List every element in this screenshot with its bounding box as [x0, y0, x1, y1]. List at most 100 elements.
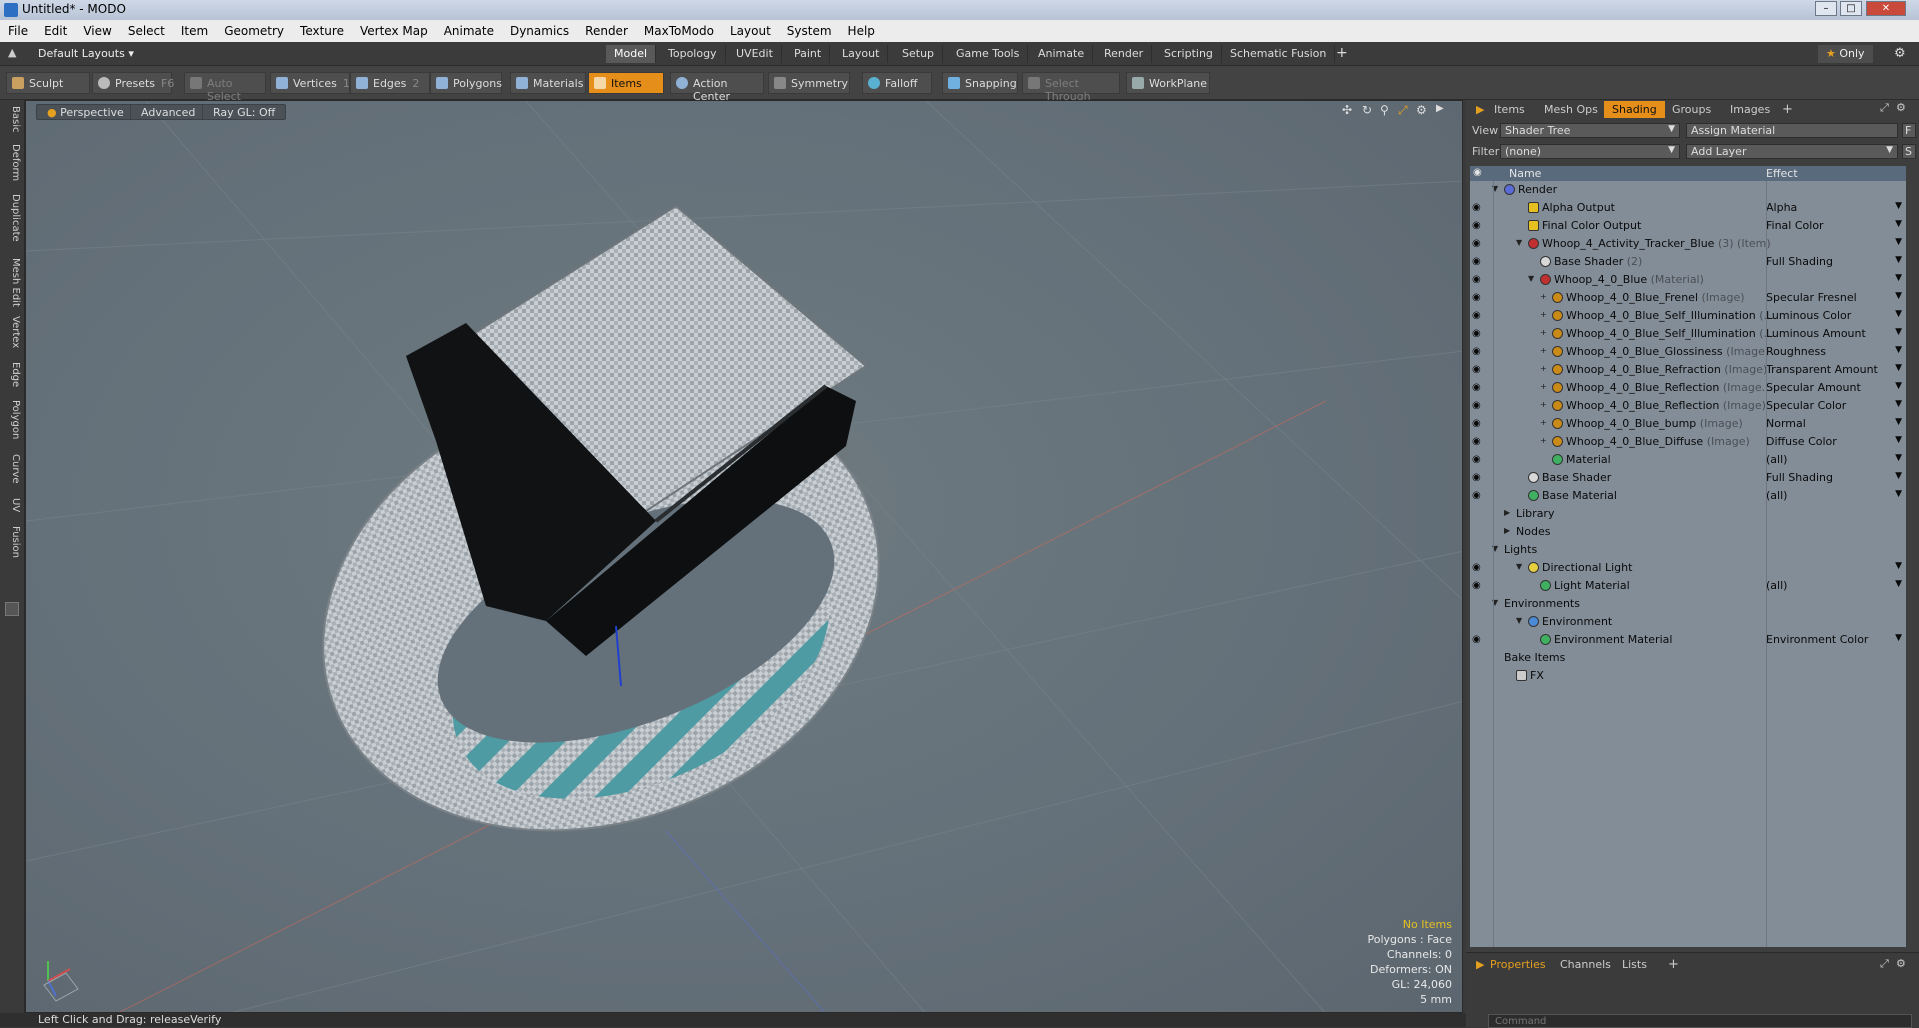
tab-layout[interactable]: Layout: [834, 45, 889, 63]
visibility-eye-icon[interactable]: ◉: [1472, 346, 1484, 357]
menu-help[interactable]: Help: [840, 20, 883, 42]
raygl-dropdown[interactable]: Ray GL: Off: [202, 104, 287, 120]
effect-dropdown-icon[interactable]: ▼: [1895, 561, 1902, 571]
menu-select[interactable]: Select: [120, 20, 173, 42]
only-toggle[interactable]: ★ Only: [1818, 45, 1873, 63]
tree-row[interactable]: ◉ + Whoop_4_0_Blue_Refraction (Image) Trans…: [1470, 361, 1906, 379]
visibility-eye-icon[interactable]: ◉: [1472, 256, 1484, 267]
tree-row[interactable]: ▶ Library: [1470, 505, 1906, 523]
tree-row[interactable]: ▼ Environment: [1470, 613, 1906, 631]
tree-row[interactable]: ◉ ▼ Directional Light ▼: [1470, 559, 1906, 577]
tab-model[interactable]: Model: [606, 45, 657, 63]
tree-row[interactable]: ▶ Nodes: [1470, 523, 1906, 541]
bpanel-expand-icon[interactable]: ⤢: [1880, 957, 1889, 971]
effect-dropdown-icon[interactable]: ▼: [1895, 399, 1902, 409]
effect-value[interactable]: Normal: [1766, 417, 1906, 430]
effect-value[interactable]: Luminous Amount: [1766, 327, 1906, 340]
tree-row[interactable]: ◉ Base Shader (2) Full Shading ▼: [1470, 253, 1906, 271]
workplane-button[interactable]: WorkPlane: [1126, 72, 1210, 94]
effect-value[interactable]: Specular Color: [1766, 399, 1906, 412]
s-button[interactable]: S: [1902, 144, 1916, 159]
edges-button[interactable]: Edges 2: [350, 72, 430, 94]
materials-button[interactable]: Materials: [510, 72, 586, 94]
tab-schematic-fusion[interactable]: Schematic Fusion: [1222, 45, 1336, 63]
sculpt-button[interactable]: Sculpt: [6, 72, 90, 94]
view-dropdown[interactable]: Shader Tree ▼: [1500, 123, 1680, 138]
command-input[interactable]: [1488, 1014, 1912, 1028]
activity-tracker-model[interactable]: [260, 204, 943, 906]
tree-row[interactable]: ◉ ▼ Whoop_4_0_Blue (Material) ▼: [1470, 271, 1906, 289]
tab-animate[interactable]: Animate: [1030, 45, 1094, 63]
expand-arrow-icon[interactable]: ▼: [1516, 616, 1522, 625]
f-button[interactable]: F: [1902, 123, 1916, 138]
effect-dropdown-icon[interactable]: ▼: [1895, 273, 1902, 283]
add-tab-button[interactable]: +: [1328, 43, 1356, 61]
polygons-button[interactable]: Polygons: [430, 72, 502, 94]
effect-value[interactable]: Full Shading: [1766, 255, 1906, 268]
effect-value[interactable]: Specular Amount: [1766, 381, 1906, 394]
tab-render[interactable]: Render: [1096, 45, 1153, 63]
tree-row[interactable]: FX: [1470, 667, 1906, 685]
tree-row[interactable]: ◉ + Whoop_4_0_Blue_Self_Illumination (…Lum…: [1470, 307, 1906, 325]
effect-value[interactable]: Final Color: [1766, 219, 1906, 232]
effect-dropdown-icon[interactable]: ▼: [1895, 489, 1902, 499]
effect-dropdown-icon[interactable]: ▼: [1895, 453, 1902, 463]
tree-row[interactable]: ◉ Final Color Output Final Color ▼: [1470, 217, 1906, 235]
tree-row[interactable]: ◉ + Whoop_4_0_Blue_Self_Illumination (…Lum…: [1470, 325, 1906, 343]
btab-properties[interactable]: Properties: [1482, 956, 1554, 973]
effect-dropdown-icon[interactable]: ▼: [1895, 363, 1902, 373]
tooltab-curve[interactable]: Curve: [3, 454, 21, 484]
effect-dropdown-icon[interactable]: ▼: [1895, 291, 1902, 301]
effect-value[interactable]: (all): [1766, 489, 1906, 502]
menu-file[interactable]: File: [0, 20, 36, 42]
auto-select-button[interactable]: Auto Select: [184, 72, 266, 103]
tab-setup[interactable]: Setup: [894, 45, 944, 63]
visibility-eye-icon[interactable]: ◉: [1472, 364, 1484, 375]
tooltab-mesh-edit[interactable]: Mesh Edit: [3, 258, 21, 307]
column-name[interactable]: Name: [1509, 167, 1541, 180]
expand-arrow-icon[interactable]: ▶: [1504, 508, 1510, 517]
tooltab-fusion[interactable]: Fusion: [3, 526, 21, 558]
tree-row[interactable]: ◉ ▼ Whoop_4_Activity_Tracker_Blue (3) (Ite…: [1470, 235, 1906, 253]
visibility-eye-icon[interactable]: ◉: [1472, 328, 1484, 339]
tree-row[interactable]: Bake Items: [1470, 649, 1906, 667]
visibility-eye-icon[interactable]: ◉: [1472, 292, 1484, 303]
minimize-button[interactable]: –: [1815, 1, 1837, 16]
effect-dropdown-icon[interactable]: ▼: [1895, 219, 1902, 229]
visibility-eye-icon[interactable]: ◉: [1472, 238, 1484, 249]
gear-icon[interactable]: ⚙: [1894, 46, 1906, 61]
panel-expand-icon[interactable]: ⤢: [1880, 101, 1889, 115]
effect-dropdown-icon[interactable]: ▼: [1895, 381, 1902, 391]
select-through-button[interactable]: Select Through: [1022, 72, 1120, 103]
advanced-dropdown[interactable]: Advanced: [130, 104, 207, 120]
btab-add[interactable]: +: [1660, 955, 1687, 972]
effect-value[interactable]: Alpha: [1766, 201, 1906, 214]
expand-arrow-icon[interactable]: ▼: [1516, 562, 1522, 571]
effect-dropdown-icon[interactable]: ▼: [1895, 327, 1902, 337]
tooltab-edge[interactable]: Edge: [3, 362, 21, 387]
effect-dropdown-icon[interactable]: ▼: [1895, 309, 1902, 319]
menu-maxtomodo[interactable]: MaxToModo: [636, 20, 722, 42]
layout-preset-dropdown[interactable]: Default Layouts ▾: [38, 47, 134, 60]
visibility-eye-icon[interactable]: ◉: [1472, 454, 1484, 465]
visibility-eye-icon[interactable]: ◉: [1472, 562, 1484, 573]
rtab-groups[interactable]: Groups: [1664, 101, 1719, 118]
btab-channels[interactable]: Channels: [1552, 956, 1619, 973]
tree-row[interactable]: ◉ + Whoop_4_0_Blue_Reflection (Image) Specu…: [1470, 397, 1906, 415]
tree-row[interactable]: ▼ Render: [1470, 181, 1906, 199]
snapping-button[interactable]: Snapping: [942, 72, 1018, 94]
effect-value[interactable]: Specular Fresnel: [1766, 291, 1906, 304]
expand-arrow-icon[interactable]: ▶: [1504, 526, 1510, 535]
visibility-eye-icon[interactable]: ◉: [1472, 220, 1484, 231]
menu-geometry[interactable]: Geometry: [216, 20, 292, 42]
bpanel-gear-icon[interactable]: ⚙: [1896, 957, 1906, 970]
pan-icon[interactable]: ✣: [1342, 103, 1352, 117]
expand-plus-icon[interactable]: +: [1540, 382, 1547, 391]
items-button[interactable]: Items: [588, 72, 664, 94]
tooltab-duplicate[interactable]: Duplicate: [3, 194, 21, 242]
fit-icon[interactable]: ⤢: [1398, 103, 1408, 118]
tooltab-deform[interactable]: Deform: [3, 144, 21, 181]
tree-row[interactable]: ◉ Base Material (all) ▼: [1470, 487, 1906, 505]
visibility-eye-icon[interactable]: ◉: [1472, 400, 1484, 411]
effect-value[interactable]: Diffuse Color: [1766, 435, 1906, 448]
